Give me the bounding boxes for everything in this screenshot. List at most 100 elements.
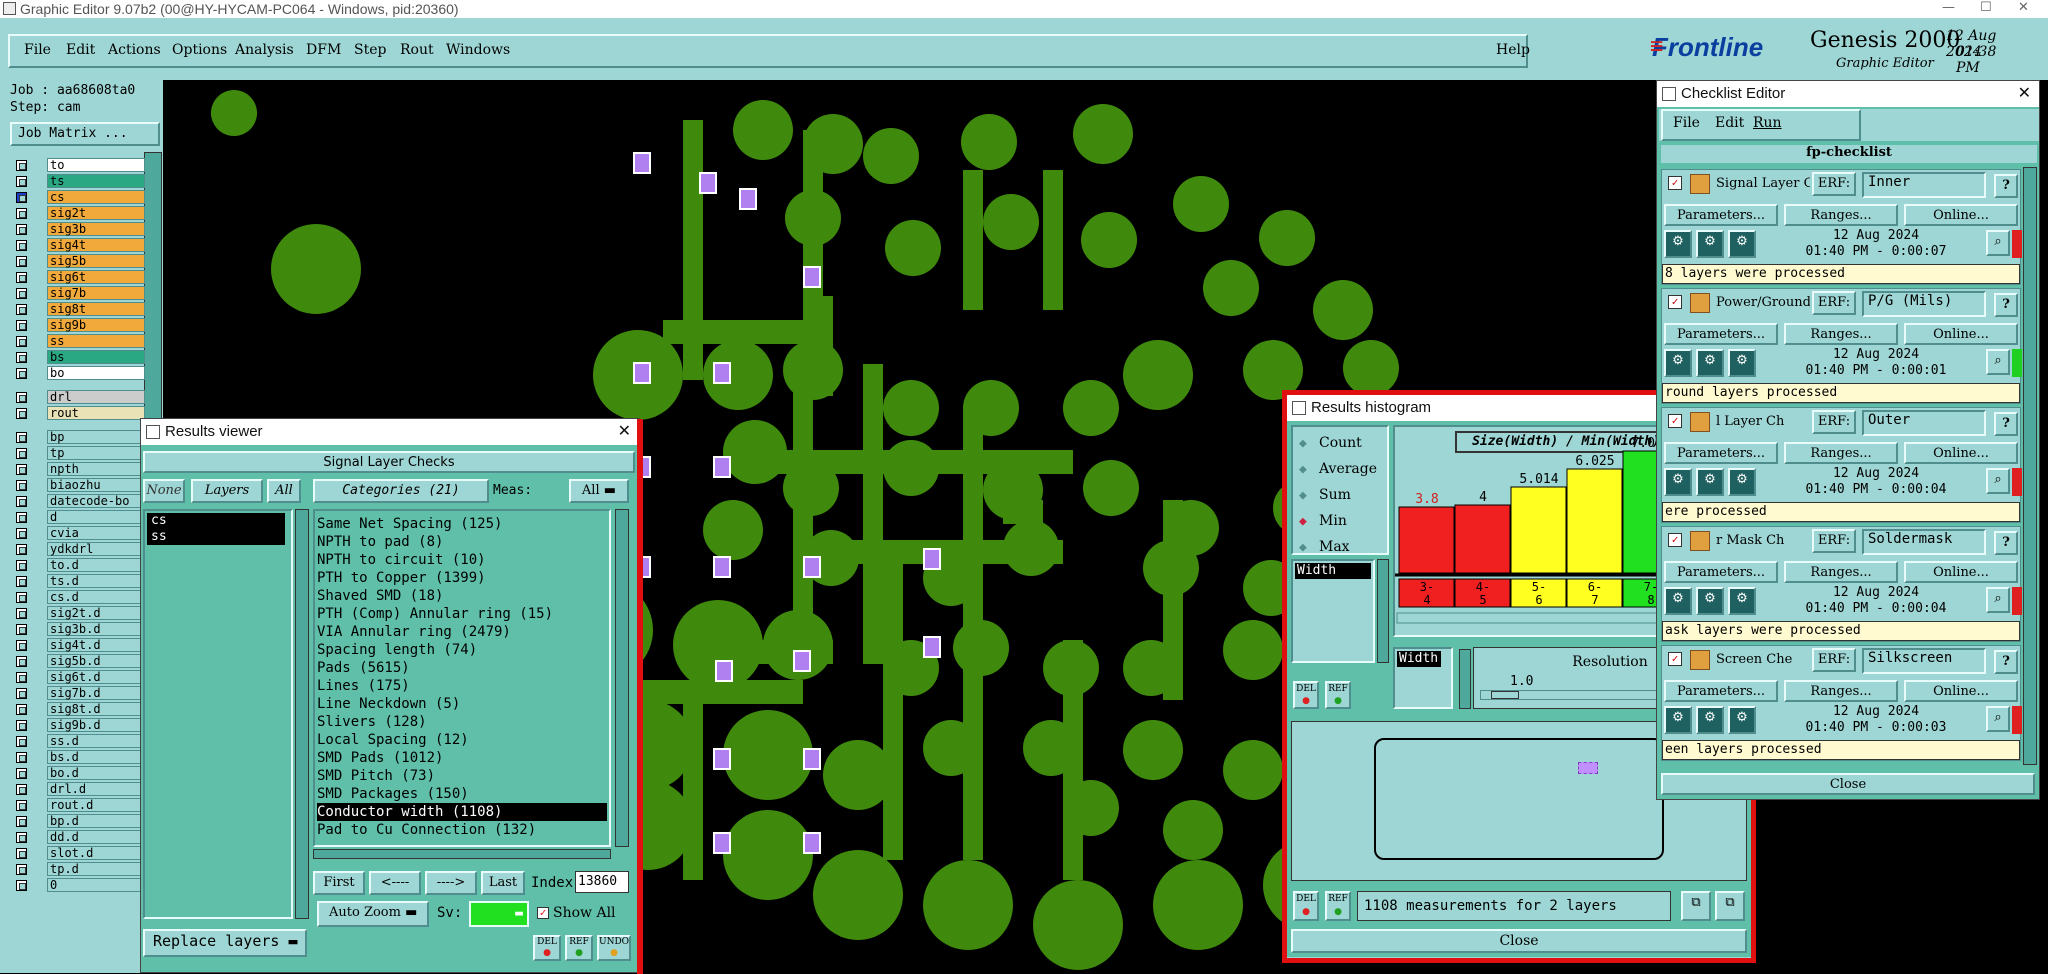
next-button[interactable]: ----> [425, 871, 477, 895]
check-enable-checkbox[interactable]: ✓ [1668, 533, 1682, 547]
layer-item-cs[interactable]: cs [147, 513, 285, 529]
help-icon[interactable]: ? [1994, 412, 2018, 436]
layer-checkbox[interactable] [16, 576, 27, 587]
layer-checkbox[interactable] [16, 528, 27, 539]
erf-value[interactable]: Silkscreen [1862, 648, 1986, 674]
layer-checkbox[interactable] [16, 432, 27, 443]
layer-row[interactable]: tp.d [14, 862, 145, 876]
category-item[interactable]: Line Neckdown (5) [317, 695, 607, 713]
layers-scrollbar[interactable] [295, 509, 309, 919]
field-list-scrollbar[interactable] [1377, 559, 1389, 663]
run-results-icon[interactable]: ⚙ [1728, 706, 1756, 734]
layer-row[interactable]: ss.d [14, 734, 145, 748]
layer-name[interactable]: drl [47, 390, 145, 404]
run-check-icon[interactable]: ⚙ [1664, 587, 1692, 615]
layer-name[interactable]: sig6t.d [47, 670, 145, 684]
layer-row[interactable]: sig7b.d [14, 686, 145, 700]
layer-row[interactable]: sig3b.d [14, 622, 145, 636]
layer-checkbox[interactable] [16, 864, 27, 875]
layer-name[interactable]: bp [47, 430, 145, 444]
layer-checkbox[interactable] [16, 304, 27, 315]
none-button[interactable]: None [143, 479, 185, 503]
layer-items-list[interactable]: cs ss [143, 509, 293, 919]
layer-name[interactable]: to.d [47, 558, 145, 572]
layer-name[interactable]: sig5b.d [47, 654, 145, 668]
layer-row[interactable]: sig4t.d [14, 638, 145, 652]
layer-name[interactable]: sig8t.d [47, 702, 145, 716]
parameters-button[interactable]: Parameters... [1664, 323, 1778, 345]
online-button[interactable]: Online... [1904, 204, 2018, 226]
field-item-width[interactable]: Width [1295, 563, 1371, 579]
ranges-button[interactable]: Ranges... [1784, 442, 1898, 464]
layer-name[interactable]: 0 [47, 878, 145, 892]
layer-name[interactable]: sig3b.d [47, 622, 145, 636]
category-item[interactable]: Spacing length (74) [317, 641, 607, 659]
layer-checkbox[interactable] [16, 336, 27, 347]
index-input[interactable]: 13860 [575, 871, 629, 893]
ranges-button[interactable]: Ranges... [1784, 323, 1898, 345]
layer-checkbox[interactable] [16, 448, 27, 459]
mode-radio-min[interactable]: ◆ Min [1297, 511, 1387, 531]
layer-name[interactable]: cs.d [47, 590, 145, 604]
close-button[interactable]: ✕ [2018, 0, 2029, 15]
layer-row[interactable]: rout.d [14, 798, 145, 812]
ranges-button[interactable]: Ranges... [1784, 204, 1898, 226]
erf-value[interactable]: Inner [1862, 172, 1986, 198]
meas-select[interactable]: All ▬ [569, 479, 629, 503]
layer-checkbox[interactable] [16, 800, 27, 811]
layer-checkbox[interactable] [16, 672, 27, 683]
run-check-icon[interactable]: ⚙ [1664, 349, 1692, 377]
mode-radio-count[interactable]: ◆ Count [1297, 433, 1387, 453]
zoom-fit-icon[interactable]: ⧉ [1681, 891, 1711, 921]
layer-checkbox[interactable] [16, 608, 27, 619]
layer-row[interactable]: to.d [14, 558, 145, 572]
category-item[interactable]: Shaved SMD (18) [317, 587, 607, 605]
layer-checkbox[interactable] [16, 592, 27, 603]
layer-checkbox[interactable] [16, 832, 27, 843]
parameters-button[interactable]: Parameters... [1664, 442, 1778, 464]
layer-name[interactable]: sig5b [47, 254, 145, 268]
help-icon[interactable]: ? [1994, 293, 2018, 317]
checklist-menu-file[interactable]: File [1673, 115, 1700, 131]
layer-checkbox[interactable] [16, 176, 27, 187]
online-button[interactable]: Online... [1904, 561, 2018, 583]
layer-row[interactable]: dd.d [14, 830, 145, 844]
layer-name[interactable]: biaozhu [47, 478, 145, 492]
ranges-button[interactable]: Ranges... [1784, 561, 1898, 583]
layer-row[interactable]: d [14, 510, 145, 524]
category-item[interactable]: Lines (175) [317, 677, 607, 695]
run-results-icon[interactable]: ⚙ [1728, 230, 1756, 258]
layer-name[interactable]: sig3b [47, 222, 145, 236]
layer-row[interactable]: drl.d [14, 782, 145, 796]
run-action-icon[interactable]: ⚙ [1696, 706, 1724, 734]
del-button[interactable]: DEL ● [533, 935, 561, 961]
erf-value[interactable]: Soldermask [1862, 529, 1986, 555]
help-icon[interactable]: ? [1994, 650, 2018, 674]
menu-analysis[interactable]: Analysis [235, 42, 294, 58]
histogram-close-button[interactable]: Close [1291, 929, 1747, 953]
category-item[interactable]: Conductor width (1108) [317, 803, 607, 821]
layer-checkbox[interactable] [16, 736, 27, 747]
parameters-button[interactable]: Parameters... [1664, 204, 1778, 226]
parameters-button[interactable]: Parameters... [1664, 561, 1778, 583]
layer-row[interactable]: sig3b [14, 222, 145, 236]
categories-button[interactable]: Categories (21) [313, 479, 489, 503]
layer-checkbox[interactable] [16, 656, 27, 667]
layer-name[interactable]: sig7b [47, 286, 145, 300]
menu-help[interactable]: Help [1496, 42, 1530, 58]
last-button[interactable]: Last [481, 871, 525, 895]
layer-row[interactable]: sig4t [14, 238, 145, 252]
layer-checkbox[interactable] [16, 768, 27, 779]
layer-checkbox[interactable] [16, 392, 27, 403]
layer-name[interactable]: sig9b [47, 318, 145, 332]
category-item[interactable]: SMD Pads (1012) [317, 749, 607, 767]
layer-row[interactable]: cvia [14, 526, 145, 540]
width-field-item[interactable]: Width [1397, 651, 1441, 667]
run-results-icon[interactable]: ⚙ [1728, 587, 1756, 615]
online-button[interactable]: Online... [1904, 680, 2018, 702]
job-matrix-button[interactable]: Job Matrix ... [10, 122, 160, 146]
layer-row[interactable]: sig9b.d [14, 718, 145, 732]
layer-name[interactable]: ss [47, 334, 145, 348]
layer-name[interactable]: d [47, 510, 145, 524]
layer-row[interactable]: ts [14, 174, 145, 188]
